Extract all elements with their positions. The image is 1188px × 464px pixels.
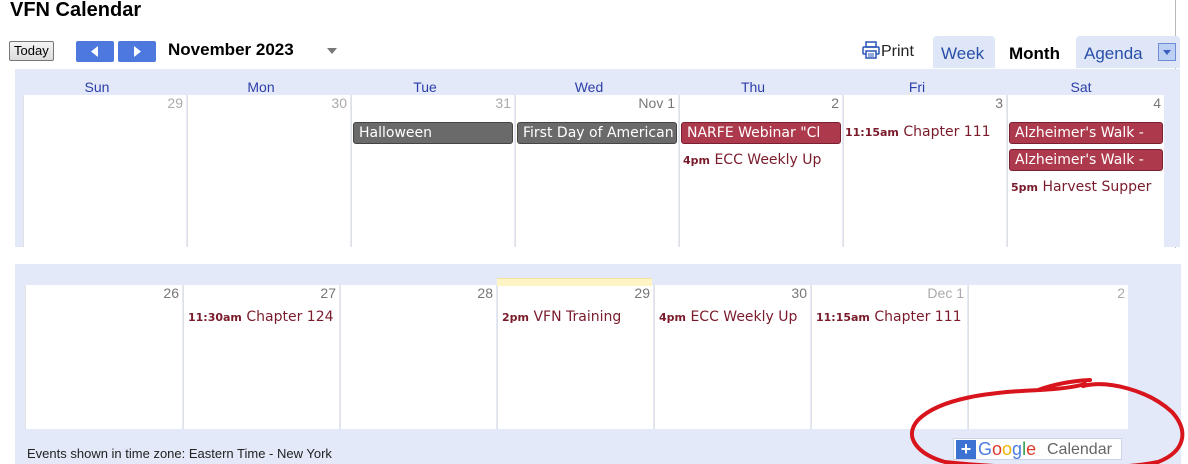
event-chapter-111[interactable]: 11:15am Chapter 111 [845, 124, 1005, 140]
event-time: 2pm [502, 311, 529, 324]
day-cell[interactable]: Nov 1 [515, 95, 678, 247]
chevron-left-icon [91, 46, 98, 57]
today-button[interactable]: Today [9, 41, 54, 61]
plus-icon: + [956, 440, 976, 459]
tab-month[interactable]: Month [1001, 36, 1071, 68]
day-cell[interactable]: 2 [679, 95, 842, 247]
event-chapter-124[interactable]: 11:30am Chapter 124 [188, 309, 338, 325]
event-time: 11:30am [188, 311, 242, 324]
add-to-google-calendar-button[interactable]: + Google Calendar [953, 438, 1122, 460]
calendar-bottom-frame: 26 27 28 29 30 Dec 1 2 11:30am Chapter 1… [5, 264, 1181, 464]
month-grid: 26 27 28 29 30 Dec 1 2 11:30am Chapter 1… [15, 264, 1181, 464]
event-title: VFN Training [533, 309, 622, 325]
event-title: Chapter 124 [246, 309, 334, 325]
day-cell[interactable]: 4 [1007, 95, 1164, 247]
event-time: 11:15am [845, 126, 899, 139]
day-number: 4 [1153, 95, 1161, 111]
event-title: ECC Weekly Up [690, 309, 798, 325]
day-number: 28 [477, 285, 493, 301]
day-number: 29 [167, 95, 183, 111]
event-time: 4pm [659, 311, 686, 324]
day-cell[interactable]: Dec 1 [811, 285, 967, 429]
event-narfe-webinar[interactable]: NARFE Webinar "Cl [681, 122, 841, 144]
event-halloween[interactable]: Halloween [353, 122, 513, 144]
day-number: 26 [163, 285, 179, 301]
event-title: Harvest Supper [1042, 179, 1152, 195]
day-cell[interactable]: 2 [968, 285, 1128, 429]
day-number: 2 [831, 95, 839, 111]
next-month-button[interactable] [118, 41, 156, 62]
weekday-header: Sun Mon Tue Wed Thu Fri Sat [15, 79, 1180, 95]
day-number: 30 [791, 285, 807, 301]
previous-month-button[interactable] [76, 41, 114, 62]
event-title: Chapter 111 [874, 309, 962, 325]
day-cell[interactable]: 26 [25, 285, 182, 429]
event-title: ECC Weekly Up [714, 152, 822, 168]
day-number: 2 [1117, 285, 1125, 301]
event-time: 4pm [683, 154, 710, 167]
event-first-day[interactable]: First Day of American [517, 122, 677, 144]
event-vfn-training[interactable]: 2pm VFN Training [502, 309, 652, 325]
google-calendar-label: Calendar [1047, 441, 1112, 458]
calendar-title: VFN Calendar [10, 0, 142, 21]
day-cell[interactable]: 3 [843, 95, 1006, 247]
weekday-sun: Sun [84, 79, 110, 95]
day-number: 31 [495, 95, 511, 111]
month-dropdown-icon[interactable] [327, 48, 337, 54]
day-number: 3 [995, 95, 1003, 111]
day-cell[interactable]: 29 [23, 95, 186, 247]
today-highlight [497, 278, 652, 286]
print-label: Print [881, 43, 914, 60]
day-cell[interactable]: 30 [654, 285, 810, 429]
print-link[interactable]: Print [862, 41, 914, 61]
tab-week[interactable]: Week [933, 36, 995, 68]
day-cell[interactable]: 27 [183, 285, 339, 429]
event-time: 5pm [1011, 181, 1038, 194]
day-cell-today[interactable]: 29 [497, 285, 653, 429]
current-month-label[interactable]: November 2023 [168, 40, 294, 60]
day-number: 30 [331, 95, 347, 111]
day-number: Dec 1 [927, 285, 964, 301]
day-number: 29 [634, 285, 650, 301]
printer-icon [862, 41, 880, 59]
day-cell[interactable]: 31 [351, 95, 514, 247]
timezone-note: Events shown in time zone: Eastern Time … [27, 446, 332, 461]
weekday-thu: Thu [740, 79, 766, 95]
day-cell[interactable]: 28 [340, 285, 496, 429]
event-ecc-weekly[interactable]: 4pm ECC Weekly Up [659, 309, 809, 325]
event-alzheimers-walk[interactable]: Alzheimer's Walk - [1009, 149, 1163, 171]
event-ecc-weekly[interactable]: 4pm ECC Weekly Up [683, 152, 841, 168]
weekday-tue: Tue [413, 79, 437, 95]
month-grid: Sun Mon Tue Wed Thu Fri Sat 29 30 31 Nov… [15, 69, 1180, 247]
weekday-wed: Wed [574, 79, 604, 95]
view-dropdown-icon[interactable] [1158, 43, 1176, 61]
chevron-right-icon [134, 46, 141, 57]
day-number: 27 [320, 285, 336, 301]
weekday-fri: Fri [908, 79, 926, 95]
calendar-top-frame: VFN Calendar Today November 2023 Print W… [5, 0, 1180, 248]
event-chapter-111[interactable]: 11:15am Chapter 111 [816, 309, 966, 325]
weekday-mon: Mon [247, 79, 275, 95]
day-cell[interactable]: 30 [187, 95, 350, 247]
day-number: Nov 1 [638, 95, 675, 111]
event-time: 11:15am [816, 311, 870, 324]
event-alzheimers-walk[interactable]: Alzheimer's Walk - [1009, 122, 1163, 144]
event-harvest-supper[interactable]: 5pm Harvest Supper [1011, 179, 1163, 195]
google-logo: Google [978, 439, 1037, 459]
event-title: Chapter 111 [903, 124, 991, 140]
weekday-sat: Sat [1070, 79, 1092, 95]
